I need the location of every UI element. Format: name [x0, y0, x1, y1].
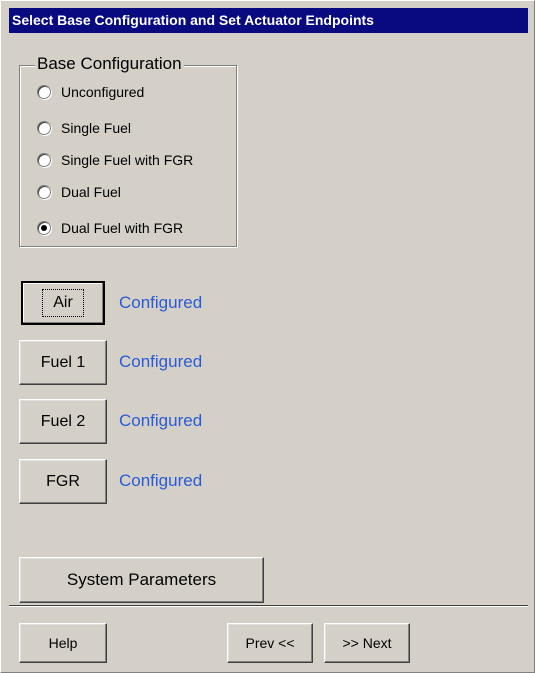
radio-single-fuel-label: Single Fuel [61, 120, 132, 136]
radio-single-fuel-fgr-indicator[interactable] [37, 153, 51, 167]
radio-single-fuel-fgr-label: Single Fuel with FGR [61, 152, 194, 168]
system-parameters-label: System Parameters [66, 570, 217, 589]
prev-button[interactable]: Prev << [227, 623, 313, 663]
fgr-button-label: FGR [46, 472, 80, 490]
air-button-label: Air [42, 289, 84, 317]
base-configuration-legend: Base Configuration [35, 54, 184, 74]
radio-dual-fuel-fgr-label: Dual Fuel with FGR [61, 220, 184, 236]
radio-unconfigured[interactable]: Unconfigured [37, 81, 144, 103]
fuel1-button[interactable]: Fuel 1 [19, 340, 107, 385]
fgr-status: Configured [119, 471, 203, 490]
system-parameters-button[interactable]: System Parameters [19, 557, 264, 603]
next-button-label: >> Next [342, 635, 392, 651]
help-button[interactable]: Help [19, 623, 107, 663]
radio-single-fuel[interactable]: Single Fuel [37, 117, 131, 139]
prev-button-label: Prev << [245, 635, 295, 651]
next-button[interactable]: >> Next [324, 623, 410, 663]
air-button[interactable]: Air [21, 281, 105, 325]
footer-separator [9, 605, 528, 607]
fuel1-status: Configured [119, 352, 203, 371]
radio-unconfigured-indicator[interactable] [37, 85, 51, 99]
radio-dual-fuel-fgr-indicator[interactable] [37, 221, 51, 235]
window-title: Select Base Configuration and Set Actuat… [9, 8, 528, 33]
air-status: Configured [119, 293, 203, 312]
fgr-button[interactable]: FGR [19, 459, 107, 504]
radio-unconfigured-label: Unconfigured [61, 84, 145, 100]
fuel1-button-label: Fuel 1 [40, 353, 86, 371]
radio-dual-fuel-indicator[interactable] [37, 185, 51, 199]
fuel2-button[interactable]: Fuel 2 [19, 399, 107, 444]
dialog-window: Select Base Configuration and Set Actuat… [0, 0, 535, 673]
help-button-label: Help [48, 635, 78, 651]
fuel2-button-label: Fuel 2 [40, 412, 86, 430]
radio-single-fuel-indicator[interactable] [37, 121, 51, 135]
radio-dual-fuel-fgr[interactable]: Dual Fuel with FGR [37, 217, 183, 239]
radio-dual-fuel-label: Dual Fuel [61, 184, 121, 200]
fuel2-status: Configured [119, 411, 203, 430]
radio-dual-fuel[interactable]: Dual Fuel [37, 181, 121, 203]
radio-single-fuel-fgr[interactable]: Single Fuel with FGR [37, 149, 193, 171]
